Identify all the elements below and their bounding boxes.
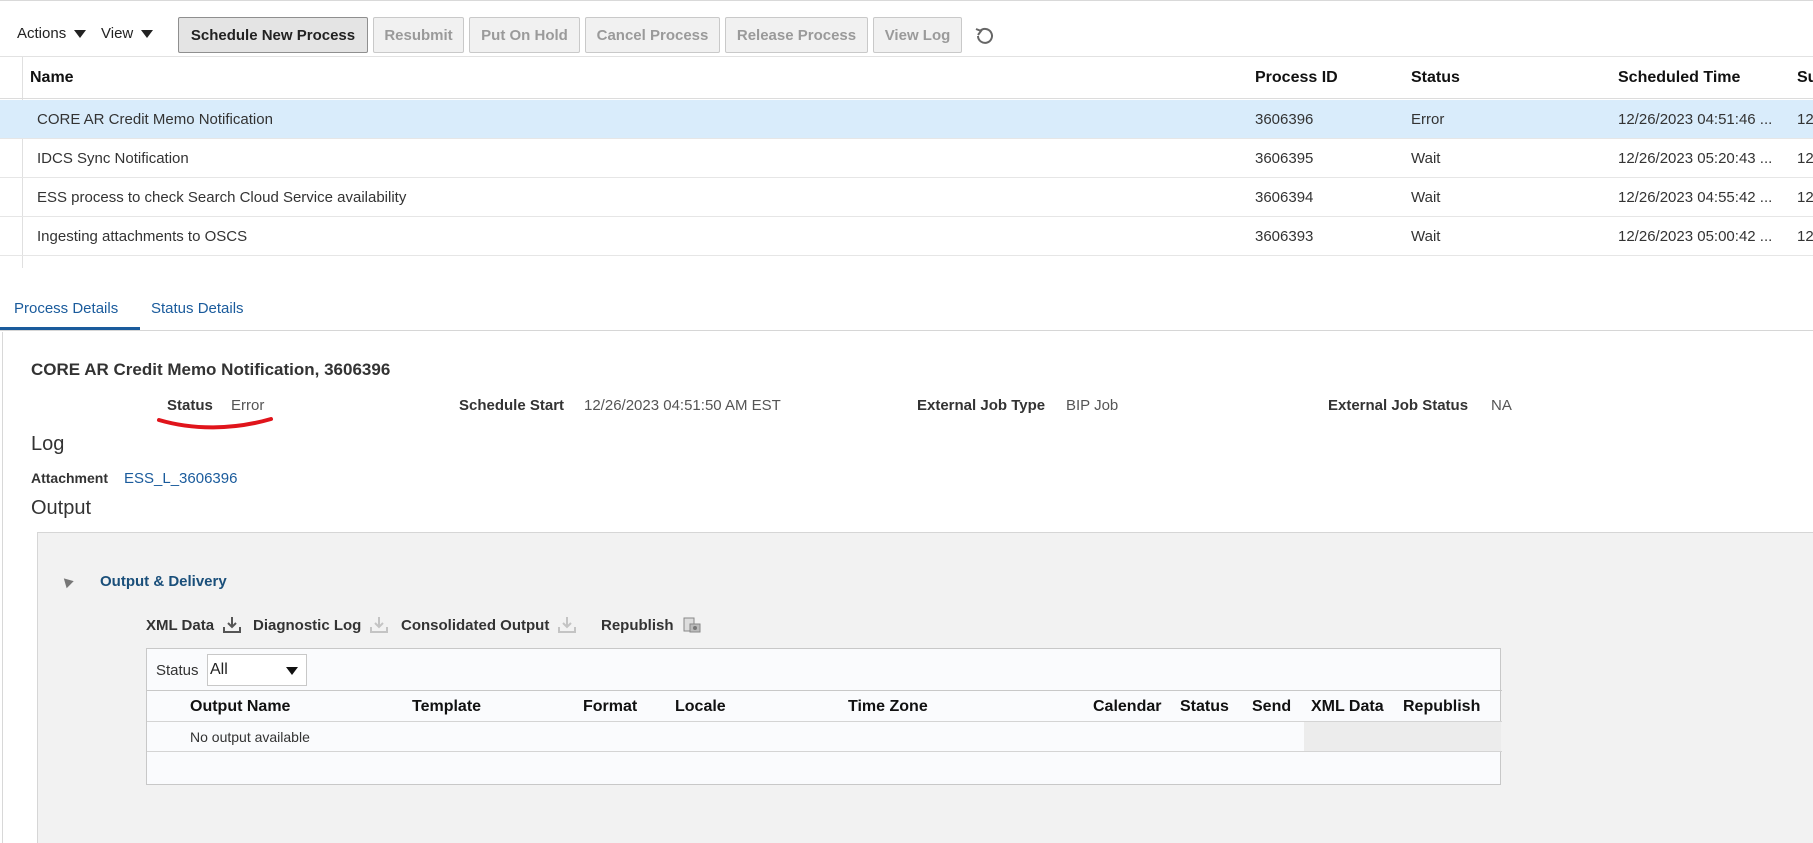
actions-menu[interactable]: Actions	[17, 25, 87, 42]
attachment-label: Attachment	[31, 470, 109, 486]
column-locale[interactable]: Locale	[675, 698, 726, 716]
table-row[interactable]: Ingesting attachments to OSCS 3606393 Wa…	[0, 217, 1813, 256]
process-table: Name Process ID Status Scheduled Time Su…	[0, 56, 1813, 268]
refresh-icon[interactable]	[974, 25, 996, 47]
tab-process-details[interactable]: Process Details	[14, 300, 118, 317]
column-time-zone[interactable]: Time Zone	[848, 698, 928, 716]
empty-output-row: No output available	[147, 722, 1502, 752]
schedule-start-value: 12/26/2023 04:51:50 AM EST	[584, 397, 781, 414]
status-filter-select[interactable]: All	[207, 654, 307, 686]
release-process-button[interactable]: Release Process	[725, 17, 868, 53]
status-label: Status	[167, 397, 213, 414]
column-name[interactable]: Name	[30, 69, 74, 87]
column-template[interactable]: Template	[412, 698, 481, 716]
view-menu[interactable]: View	[101, 25, 154, 42]
output-table: Status All Output Name Template Format L…	[146, 648, 1502, 785]
download-icon[interactable]	[222, 615, 242, 635]
external-job-type-value: BIP Job	[1066, 397, 1119, 414]
column-submitted[interactable]: Su	[1797, 69, 1813, 87]
column-scheduled-time[interactable]: Scheduled Time	[1618, 69, 1740, 87]
external-job-status-label: External Job Status	[1328, 397, 1469, 414]
caret-down-icon	[141, 29, 154, 38]
log-heading: Log	[31, 433, 65, 455]
put-on-hold-button[interactable]: Put On Hold	[469, 17, 580, 53]
cancel-process-button[interactable]: Cancel Process	[585, 17, 720, 53]
process-table-header: Name Process ID Status Scheduled Time Su	[0, 57, 1813, 99]
external-job-status-value: NA	[1491, 397, 1512, 414]
caret-down-icon	[74, 29, 87, 38]
process-title: CORE AR Credit Memo Notification, 360639…	[31, 360, 391, 379]
resubmit-button[interactable]: Resubmit	[373, 17, 464, 53]
tab-status-details[interactable]: Status Details	[151, 300, 244, 317]
column-send[interactable]: Send	[1252, 698, 1291, 716]
download-icon-disabled	[370, 617, 389, 633]
schedule-new-process-button[interactable]: Schedule New Process	[178, 17, 368, 53]
table-row[interactable]: ESS process to check Search Cloud Servic…	[0, 178, 1813, 217]
output-delivery-panel: Output & Delivery XML Data Diagnostic Lo…	[37, 532, 1813, 843]
column-republish[interactable]: Republish	[1403, 698, 1480, 716]
view-log-button[interactable]: View Log	[873, 17, 962, 53]
status-filter-label: Status	[156, 662, 199, 679]
column-status[interactable]: Status	[1411, 69, 1460, 87]
column-xml-data[interactable]: XML Data	[1311, 698, 1384, 716]
output-delivery-title[interactable]: Output & Delivery	[100, 573, 227, 590]
column-output-name[interactable]: Output Name	[190, 698, 290, 716]
table-row-partial[interactable]	[0, 256, 1813, 268]
collapse-triangle-icon[interactable]	[60, 574, 74, 589]
column-output-status[interactable]: Status	[1180, 698, 1229, 716]
status-value: Error	[231, 397, 265, 414]
toolbar: Actions View Schedule New Process Resubm…	[0, 0, 1813, 56]
column-process-id[interactable]: Process ID	[1255, 69, 1338, 87]
detail-tabs: Process Details Status Details	[0, 290, 1813, 331]
no-output-message: No output available	[190, 729, 310, 745]
status-filter-bar: Status All	[147, 649, 1502, 691]
consolidated-output-download[interactable]: Consolidated Output	[401, 615, 577, 635]
red-underline-annotation	[157, 417, 273, 430]
diagnostic-log-download[interactable]: Diagnostic Log	[253, 615, 389, 635]
active-tab-indicator	[0, 327, 140, 330]
schedule-start-label: Schedule Start	[459, 397, 565, 414]
process-details-panel: CORE AR Credit Memo Notification, 360639…	[2, 332, 1813, 843]
table-row[interactable]: CORE AR Credit Memo Notification 3606396…	[0, 100, 1813, 139]
table-row[interactable]: IDCS Sync Notification 3606395 Wait 12/2…	[0, 139, 1813, 178]
column-format[interactable]: Format	[583, 698, 637, 716]
download-icon-disabled	[558, 617, 577, 633]
republish-icon[interactable]	[682, 615, 702, 635]
caret-down-icon	[286, 667, 298, 675]
republish-action[interactable]: Republish	[601, 615, 702, 635]
attachment-link[interactable]: ESS_L_3606396	[124, 470, 237, 487]
external-job-type-label: External Job Type	[917, 397, 1046, 414]
output-table-header: Output Name Template Format Locale Time …	[147, 692, 1502, 722]
output-heading: Output	[31, 497, 92, 519]
column-calendar[interactable]: Calendar	[1093, 698, 1161, 716]
xml-data-download[interactable]: XML Data	[146, 615, 242, 635]
